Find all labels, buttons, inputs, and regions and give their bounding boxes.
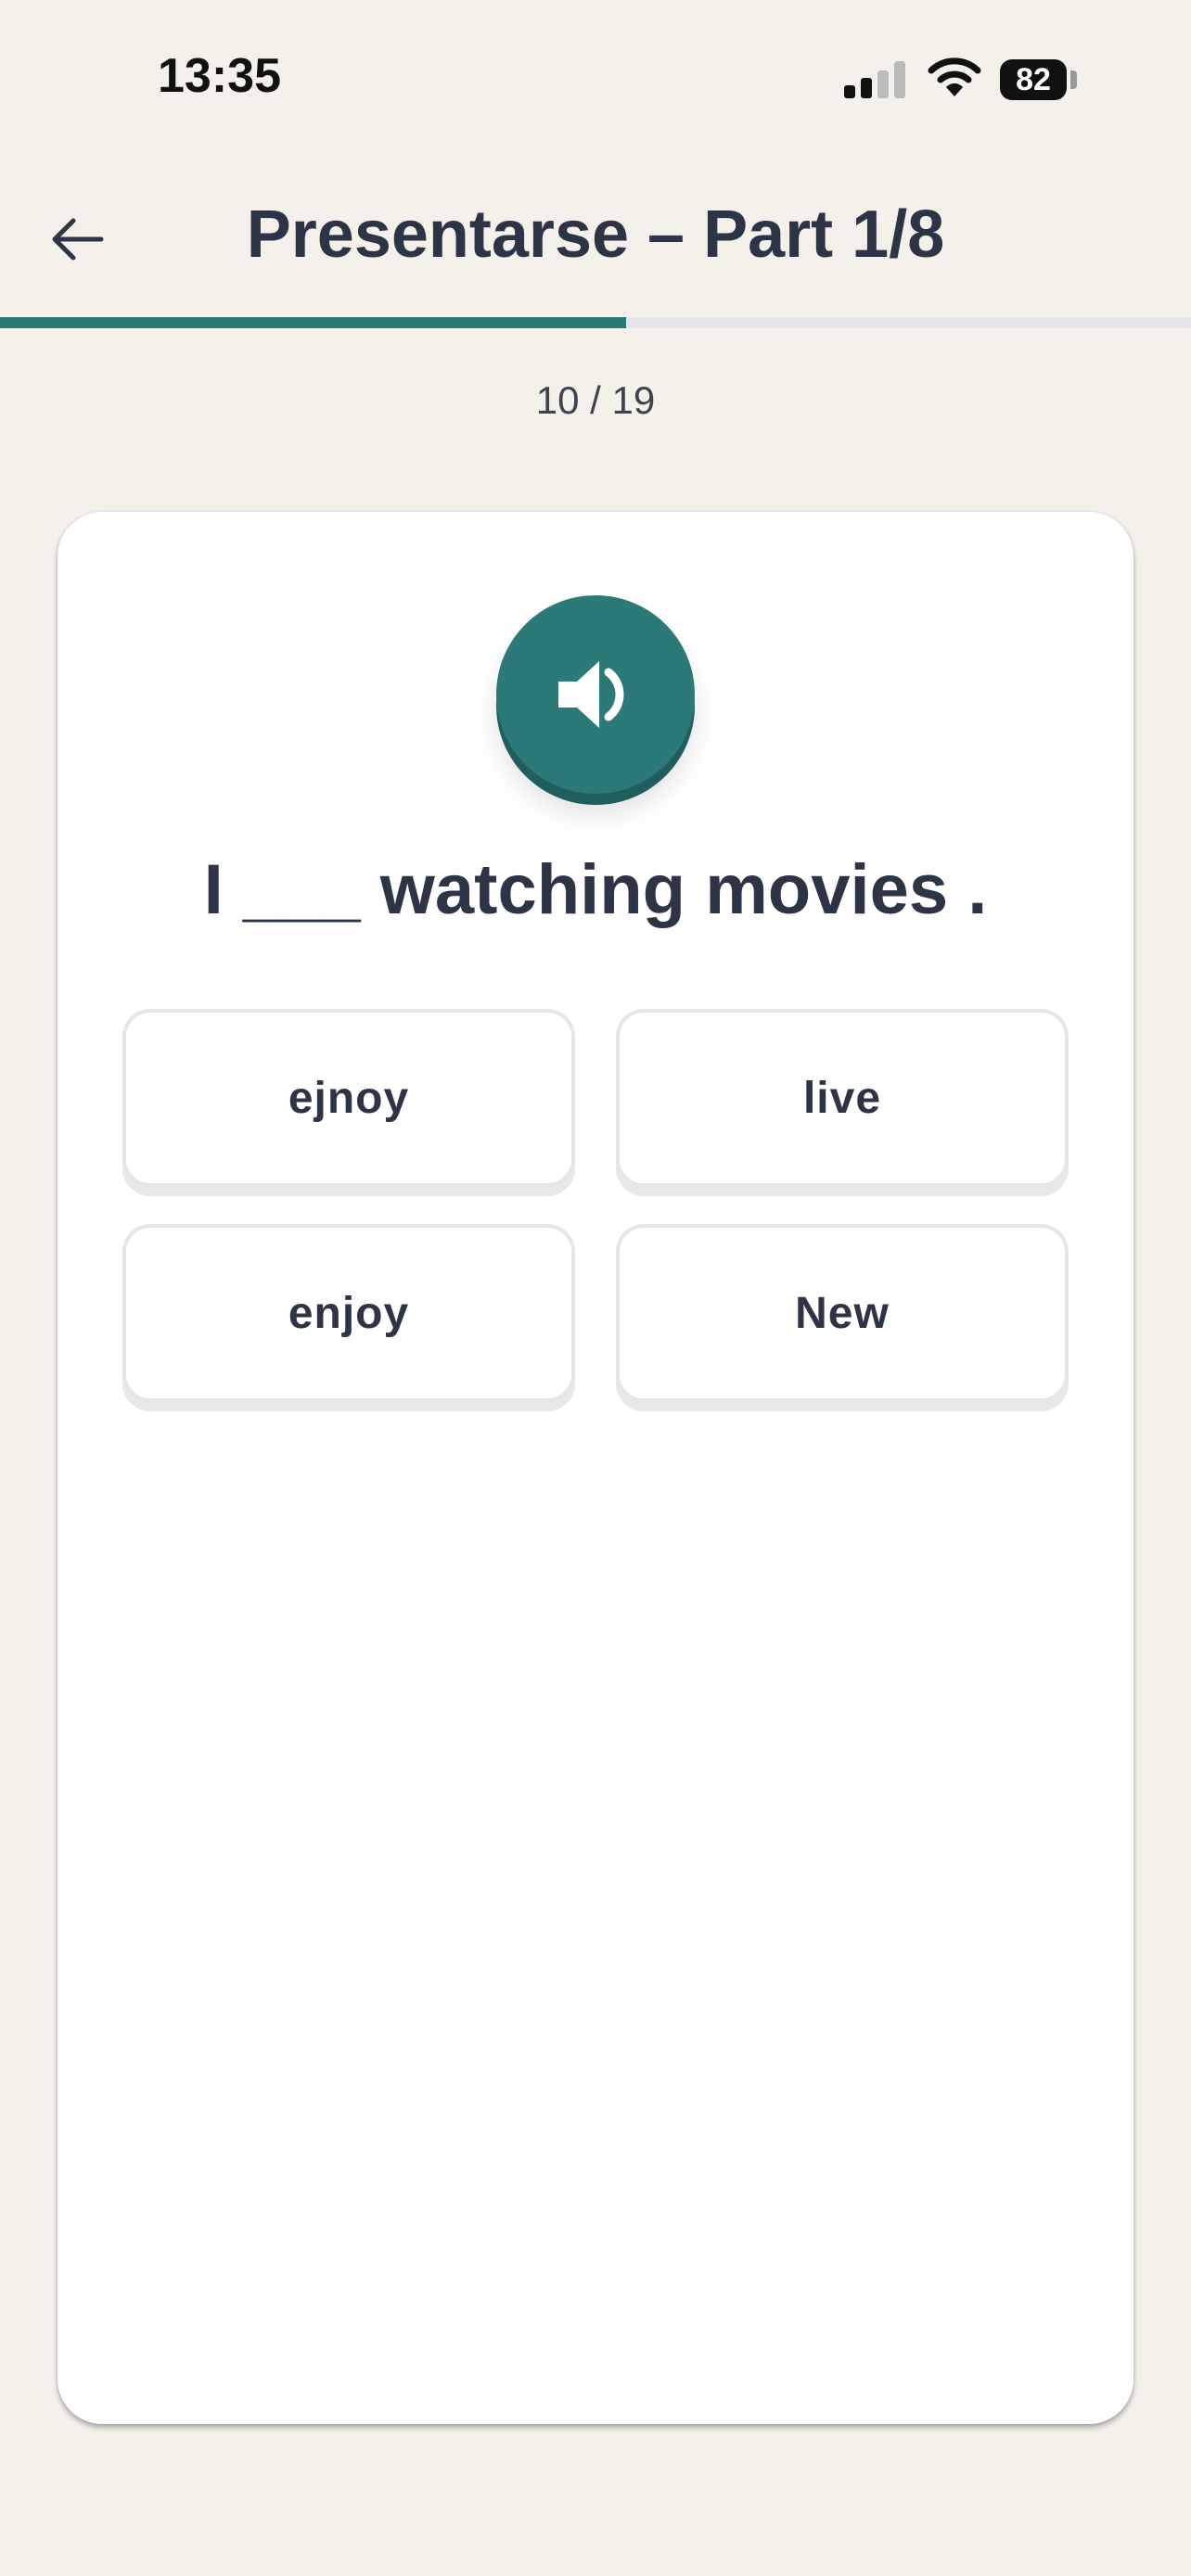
battery-cap — [1070, 70, 1077, 89]
answer-option[interactable]: live — [616, 1009, 1069, 1187]
cellular-signal-icon — [844, 61, 907, 98]
lesson-progress-fill — [0, 317, 627, 328]
wifi-icon — [928, 57, 981, 96]
play-audio-button[interactable] — [496, 595, 695, 794]
answer-option[interactable]: ejnoy — [122, 1009, 575, 1187]
page-title: Presentarse – Part 1/8 — [246, 198, 945, 272]
question-sentence: I ___ watching movies . — [203, 850, 988, 929]
answer-options: ejnoy live enjoy New — [122, 1009, 1069, 1402]
battery-icon: 82 — [1000, 59, 1067, 100]
question-counter: 10 / 19 — [535, 378, 656, 422]
exercise-card: I ___ watching movies . ejnoy live enjoy… — [58, 512, 1133, 2424]
answer-option[interactable]: New — [616, 1224, 1069, 1402]
back-button[interactable] — [45, 206, 111, 273]
status-time: 13:35 — [158, 49, 281, 103]
lesson-progress-bar — [0, 317, 1191, 328]
speaker-icon — [558, 661, 624, 728]
answer-option[interactable]: enjoy — [122, 1224, 575, 1402]
arrow-left-icon — [52, 218, 104, 261]
